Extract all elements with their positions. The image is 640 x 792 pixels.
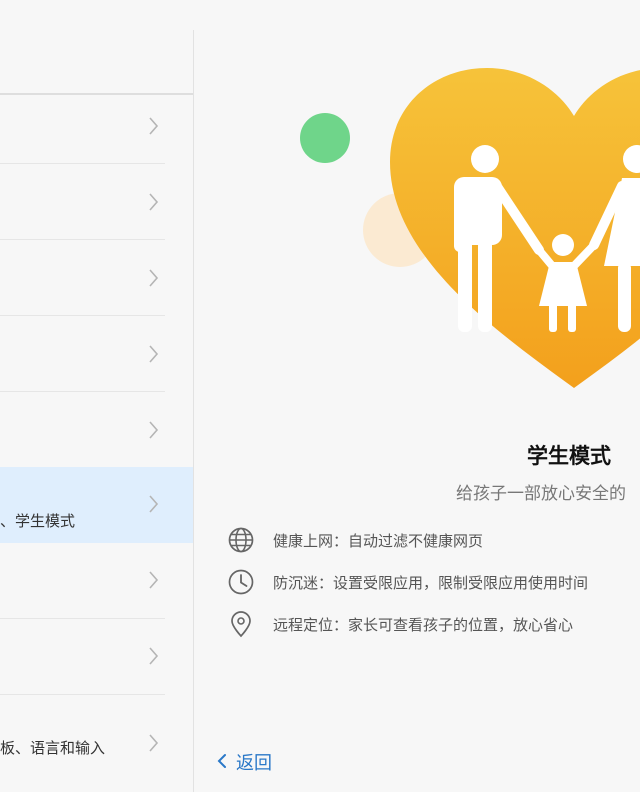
green-dot [300, 113, 350, 163]
feature-anti-addiction: 防沉迷：设置受限应用，限制受限应用使用时间 [227, 568, 640, 596]
feature-text: 远程定位：家长可查看孩子的位置，放心省心 [273, 616, 574, 634]
list-item[interactable] [0, 316, 193, 392]
chevron-right-icon [149, 269, 159, 287]
chevron-right-icon [149, 117, 159, 135]
student-mode-detail: 学生模式 给孩子一部放心安全的 健康上网：自动过滤不健康网页 防沉迷：设置受限应… [194, 0, 640, 792]
feature-healthy-browsing: 健康上网：自动过滤不健康网页 [227, 526, 640, 554]
clock-icon [228, 569, 254, 595]
family-heart-illustration [300, 68, 640, 388]
chevron-right-icon [149, 421, 159, 439]
list-item[interactable] [0, 543, 193, 619]
settings-list-pane: 、学生模式 板、语言和输入 [0, 0, 193, 792]
feature-remote-location: 远程定位：家长可查看孩子的位置，放心省心 [227, 610, 640, 638]
list-item[interactable] [0, 619, 193, 695]
list-item[interactable] [0, 240, 193, 316]
globe-icon [228, 527, 254, 553]
feature-text: 防沉迷：设置受限应用，限制受限应用使用时间 [273, 574, 589, 592]
list-item[interactable] [0, 392, 193, 468]
chevron-right-icon [149, 345, 159, 363]
list-item[interactable] [0, 88, 193, 164]
location-pin-icon [231, 611, 251, 638]
chevron-right-icon [149, 495, 159, 513]
chevron-right-icon [149, 734, 159, 752]
back-label: 返回 [236, 753, 272, 774]
list-item-label: 、学生模式 [0, 512, 76, 530]
back-button[interactable]: 返回 [214, 746, 304, 776]
list-item-student-mode[interactable]: 、学生模式 [0, 467, 193, 543]
list-item-label: 板、语言和输入 [0, 739, 106, 757]
chevron-right-icon [149, 193, 159, 211]
chevron-left-icon [217, 754, 226, 768]
list-item[interactable]: 板、语言和输入 [0, 695, 193, 792]
page-title: 学生模式 [527, 444, 611, 468]
page-subtitle: 给孩子一部放心安全的 [456, 484, 626, 504]
list-item[interactable] [0, 164, 193, 240]
chevron-right-icon [149, 647, 159, 665]
chevron-right-icon [149, 571, 159, 589]
feature-text: 健康上网：自动过滤不健康网页 [273, 532, 484, 550]
